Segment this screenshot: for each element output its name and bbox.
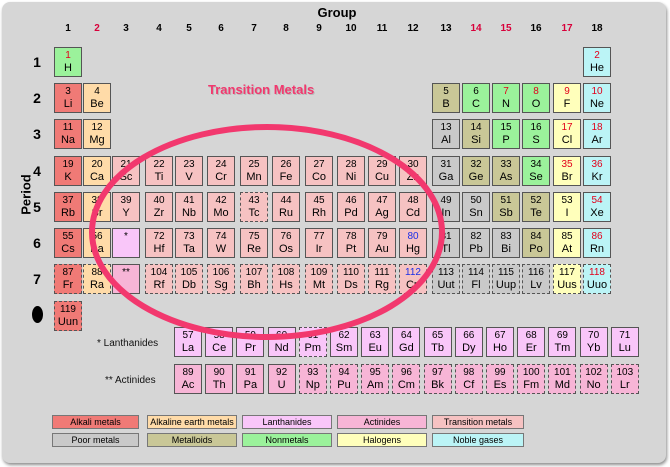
transition-metals-highlight bbox=[89, 124, 445, 340]
legend-item: Noble gases bbox=[432, 433, 524, 447]
legend-item: Actinides bbox=[337, 415, 427, 429]
legend-item: Alkaline earth metals bbox=[147, 415, 237, 429]
legend-item: Halogens bbox=[337, 433, 427, 447]
legend-item: Transition metals bbox=[432, 415, 524, 429]
legend-item: Poor metals bbox=[52, 433, 139, 447]
highlight-ellipse bbox=[89, 124, 445, 340]
legend-item: Metalloids bbox=[147, 433, 237, 447]
periodic-table: Group Period 1 2 3 4 5 6 7 8 9 10 11 12 13 14 15 16 17 18… bbox=[2, 2, 666, 463]
legend-item: Alkali metals bbox=[52, 415, 139, 429]
periodic-table-frame: Group Period 1 2 3 4 5 6 7 8 9 10 11 12 13 14 15 16 17 18… bbox=[2, 2, 666, 463]
legend-item: Nonmetals bbox=[242, 433, 332, 447]
legend-item: Lanthanides bbox=[242, 415, 332, 429]
